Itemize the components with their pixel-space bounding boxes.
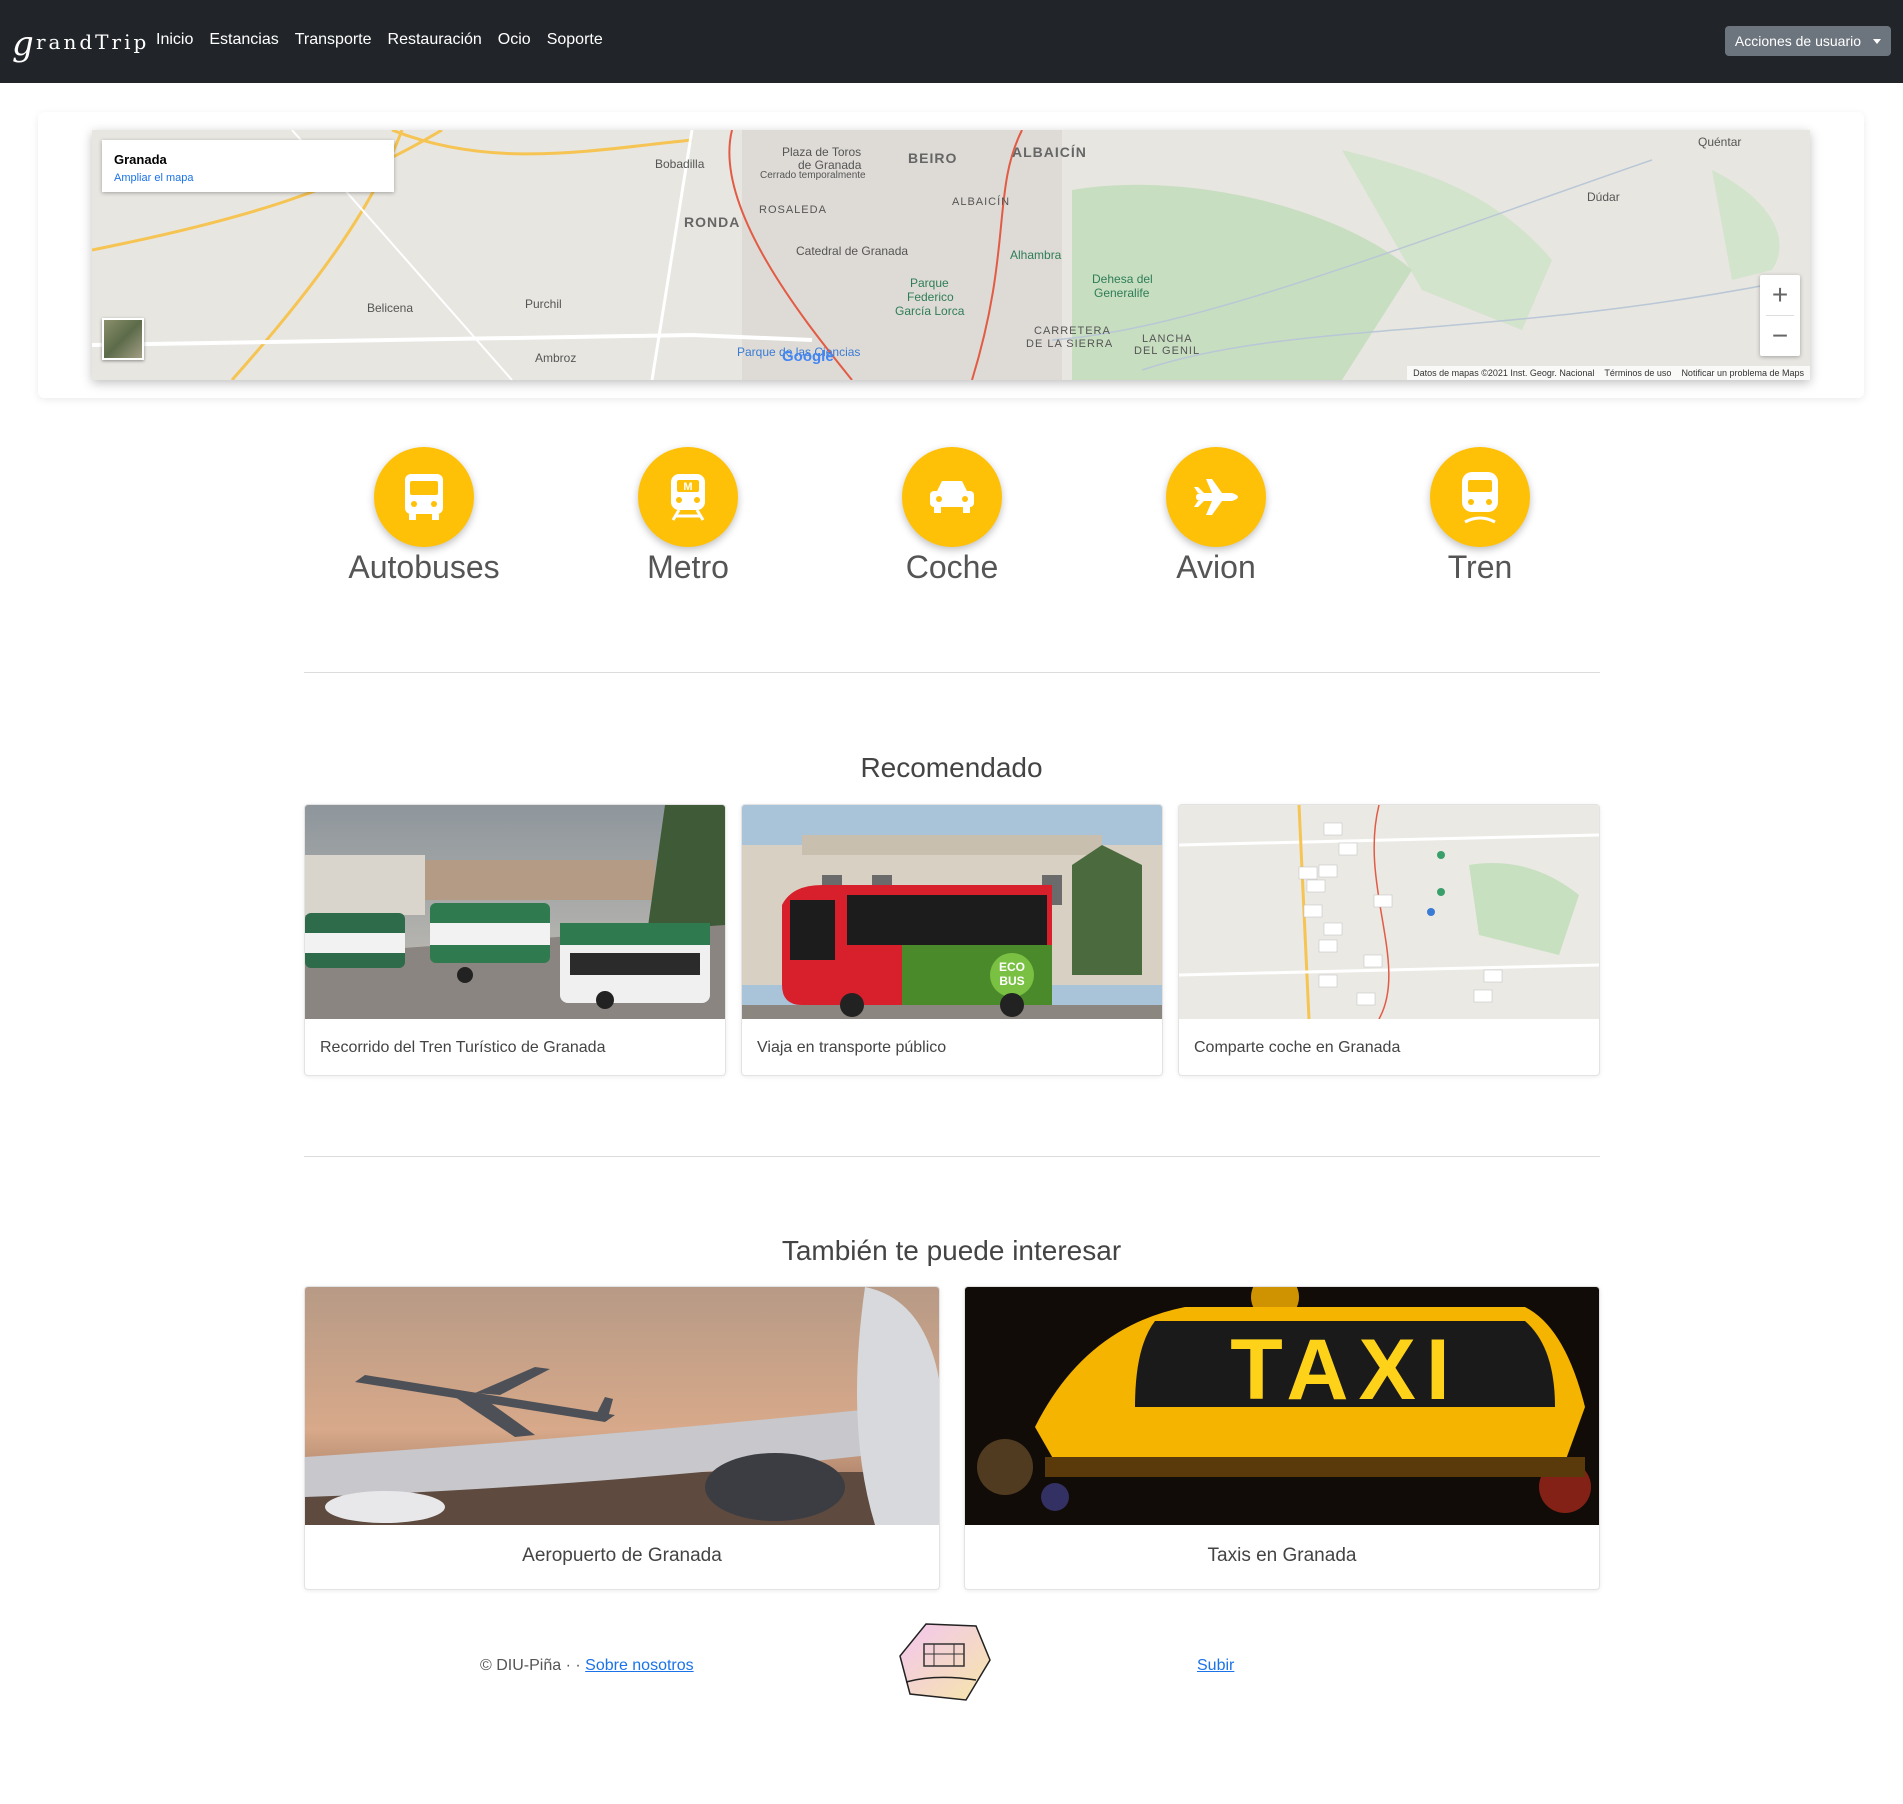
footer-copyright: © DIU-Piña · · [480, 1657, 581, 1674]
car-icon [902, 447, 1002, 547]
caret-down-icon [1873, 39, 1881, 44]
map-label-cerrado: Cerrado temporalmente [760, 170, 866, 181]
map-label-parque: Parque [910, 276, 949, 290]
enlarge-map-link[interactable]: Ampliar el mapa [114, 172, 193, 184]
taxi-sign-text: TAXI [1230, 1322, 1460, 1418]
user-actions-label: Acciones de usuario [1734, 33, 1861, 49]
nav-restauracion[interactable]: Restauración [388, 31, 482, 49]
metro-icon: M [638, 447, 738, 547]
zoom-out-button[interactable]: − [1760, 316, 1800, 356]
bus-image: ECO BUS [742, 805, 1162, 1019]
map-label-carretera: CARRETERA [1034, 325, 1111, 337]
carpool-map-image [1179, 805, 1599, 1019]
transport-coche[interactable]: Coche [852, 447, 1052, 586]
bus-icon [374, 447, 474, 547]
zoom-control: + − [1760, 275, 1800, 356]
footer-left: © DIU-Piña · · Sobre nosotros [480, 1657, 694, 1675]
map-label-plaza: Plaza de Toros [782, 145, 862, 159]
satellite-toggle[interactable] [102, 318, 144, 360]
tourist-train-image [305, 805, 725, 1019]
embedded-map[interactable]: Bobadilla Plaza de Toros de Granada Cerr… [92, 130, 1810, 380]
map-label-ambroz: Ambroz [535, 351, 577, 365]
plane-icon [1166, 447, 1266, 547]
nav-ocio[interactable]: Ocio [498, 31, 531, 49]
transport-metro[interactable]: M Metro [588, 447, 788, 586]
card-caption: Viaja en transporte público [757, 1039, 947, 1056]
map-label-lancha: LANCHA [1142, 333, 1193, 345]
back-to-top-link[interactable]: Subir [1197, 1657, 1234, 1675]
map-attribution: Datos de mapas ©2021 Inst. Geogr. Nacion… [1407, 366, 1810, 380]
transport-label: Coche [905, 549, 999, 585]
card-comparte-coche[interactable]: Comparte coche en Granada [1178, 804, 1600, 1076]
transport-label: Tren [1447, 549, 1513, 585]
map-label-dudar: Dúdar [1587, 190, 1620, 204]
map-label-dehesa: Dehesa del [1092, 272, 1153, 286]
nav-transporte[interactable]: Transporte [295, 31, 372, 49]
transport-avion[interactable]: Avion [1116, 447, 1316, 586]
transport-label: Avion [1176, 549, 1256, 585]
transport-label: Autobuses [348, 549, 500, 585]
map-label-lancha2: DEL GENIL [1134, 345, 1201, 357]
map-label-alhambra: Alhambra [1010, 248, 1062, 262]
top-navbar: g randTrip Inicio Estancias Transporte R… [0, 0, 1903, 83]
map-place-name: Granada [114, 152, 167, 167]
brand-logo[interactable]: g randTrip [12, 22, 146, 70]
zoom-in-button[interactable]: + [1760, 275, 1800, 315]
card-aeropuerto[interactable]: Aeropuerto de Granada [304, 1286, 940, 1590]
map-report-link[interactable]: Notificar un problema de Maps [1681, 368, 1804, 378]
section-divider [304, 672, 1600, 673]
google-logo: Google [782, 348, 834, 365]
map-label-dehesa2: Generalife [1094, 286, 1150, 300]
map-label-catedral: Catedral de Granada [796, 244, 909, 258]
map-label-parque3: García Lorca [895, 304, 965, 318]
transport-label: Metro [647, 549, 729, 585]
map-label-beiro: BEIRO [908, 150, 958, 166]
map-data-credit: Datos de mapas ©2021 Inst. Geogr. Nacion… [1413, 368, 1595, 378]
nav-inicio[interactable]: Inicio [156, 31, 193, 49]
section-divider [304, 1156, 1600, 1157]
nav-soporte[interactable]: Soporte [547, 31, 603, 49]
user-actions-dropdown[interactable]: Acciones de usuario [1724, 26, 1891, 56]
airport-image [305, 1287, 939, 1525]
map-label-belicena: Belicena [367, 301, 414, 315]
card-caption: Recorrido del Tren Turístico de Granada [320, 1039, 606, 1056]
card-caption: Comparte coche en Granada [1194, 1039, 1401, 1056]
svg-text:BUS: BUS [999, 974, 1024, 988]
transport-autobuses[interactable]: Autobuses [324, 447, 524, 586]
card-caption: Aeropuerto de Granada [522, 1545, 722, 1566]
interest-title: También te puede interesar [781, 1235, 1122, 1266]
map-label-quentar: Quéntar [1698, 135, 1742, 149]
map-terms-link[interactable]: Términos de uso [1604, 368, 1671, 378]
taxi-image: TAXI [965, 1287, 1599, 1525]
map-label-bobadilla: Bobadilla [655, 157, 705, 171]
footer-logo[interactable] [896, 1620, 992, 1706]
map-label-carretera2: DE LA SIERRA [1026, 338, 1114, 350]
svg-text:ECO: ECO [999, 960, 1025, 974]
map-label-ronda: RONDA [684, 214, 741, 230]
nav-estancias[interactable]: Estancias [209, 31, 278, 49]
main-nav: Inicio Estancias Transporte Restauración… [156, 31, 603, 49]
transport-tren[interactable]: Tren [1380, 447, 1580, 586]
map-label-albaicin: ALBAICÍN [1012, 144, 1087, 160]
map-info-box: Granada Ampliar el mapa [102, 140, 394, 192]
card-transporte-publico[interactable]: ECO BUS Viaja en transporte público [741, 804, 1163, 1076]
svg-text:M: M [683, 481, 692, 493]
map-label-rosaleda: ROSALEDA [759, 204, 827, 216]
recommended-title: Recomendado [860, 752, 1043, 783]
map-label-albaicin2: ALBAICÍN [952, 196, 1011, 208]
map-label-parque2: Federico [907, 290, 954, 304]
card-tren-turistico[interactable]: Recorrido del Tren Turístico de Granada [304, 804, 726, 1076]
map-label-purchil: Purchil [525, 297, 562, 311]
about-link[interactable]: Sobre nosotros [585, 1657, 694, 1674]
card-caption: Taxis en Granada [1207, 1545, 1357, 1566]
train-icon [1430, 447, 1530, 547]
card-taxis[interactable]: TAXI Taxis en Granada [964, 1286, 1600, 1590]
